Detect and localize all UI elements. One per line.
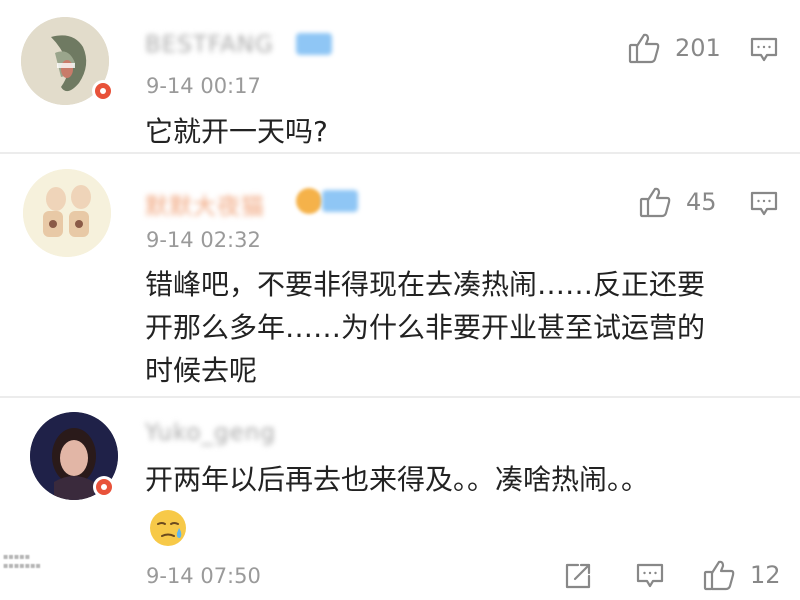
like-button[interactable]: 12 — [702, 558, 781, 592]
verified-badge-icon — [93, 476, 115, 498]
downcast-sweat-face-emoji — [148, 508, 188, 548]
share-button[interactable] — [564, 562, 592, 590]
reply-button[interactable] — [750, 190, 778, 218]
comment-list: BESTFANG 9-14 00:17 它就开一天吗? 201 默默大夜猫 9-… — [0, 0, 800, 600]
thumbs-up-icon — [702, 558, 736, 592]
thumbs-up-icon — [638, 185, 672, 219]
like-button[interactable]: 45 — [638, 185, 717, 219]
username[interactable]: BESTFANG — [145, 32, 274, 58]
watermark: ▪▪▪▪▪ ▪▪▪▪▪▪▪ — [3, 552, 41, 570]
comment-text: 开两年以后再去也来得及。。凑啥热闹。。 — [145, 458, 649, 501]
comment-item: Yuko_geng 开两年以后再去也来得及。。凑啥热闹。。 9-14 07:50 — [0, 398, 800, 600]
timestamp: 9-14 00:17 — [146, 74, 261, 98]
comment-text-line: 时候去呢 — [145, 354, 258, 387]
like-button[interactable]: 201 — [627, 31, 721, 65]
reply-button[interactable] — [636, 562, 664, 590]
like-count: 12 — [750, 561, 781, 589]
comment-text: 错峰吧，不要非得现在去凑热闹……反正还要 开那么多年……为什么非要开业甚至试运营… — [145, 263, 705, 392]
comment-text-line: 错峰吧，不要非得现在去凑热闹……反正还要 — [145, 268, 706, 301]
comment-text: 它就开一天吗? — [145, 110, 328, 153]
username[interactable]: 默默大夜猫 — [145, 187, 265, 221]
comment-text-line: 开两年以后再去也来得及。。凑啥热闹。。 — [145, 463, 650, 496]
comment-bubble-icon — [750, 36, 778, 64]
avatar[interactable] — [23, 169, 111, 257]
comment-item: BESTFANG 9-14 00:17 它就开一天吗? 201 — [0, 0, 800, 152]
timestamp: 9-14 02:32 — [146, 228, 261, 252]
level-badge — [296, 33, 332, 55]
comment-item: 默默大夜猫 9-14 02:32 错峰吧，不要非得现在去凑热闹……反正还要 开那… — [0, 155, 800, 398]
vip-badge — [296, 188, 322, 214]
comment-bubble-icon — [636, 562, 664, 590]
reply-button[interactable] — [750, 36, 778, 64]
share-icon — [564, 562, 592, 590]
verified-badge-icon — [92, 80, 114, 102]
like-count: 201 — [675, 34, 721, 62]
level-badge — [322, 190, 358, 212]
comment-text-line: 它就开一天吗? — [145, 115, 328, 148]
comment-bubble-icon — [750, 190, 778, 218]
username[interactable]: Yuko_geng — [145, 420, 276, 446]
comment-text-line: 开那么多年……为什么非要开业甚至试运营的 — [145, 311, 706, 344]
like-count: 45 — [686, 188, 717, 216]
timestamp: 9-14 07:50 — [146, 564, 261, 588]
thumbs-up-icon — [627, 31, 661, 65]
divider — [0, 152, 800, 154]
